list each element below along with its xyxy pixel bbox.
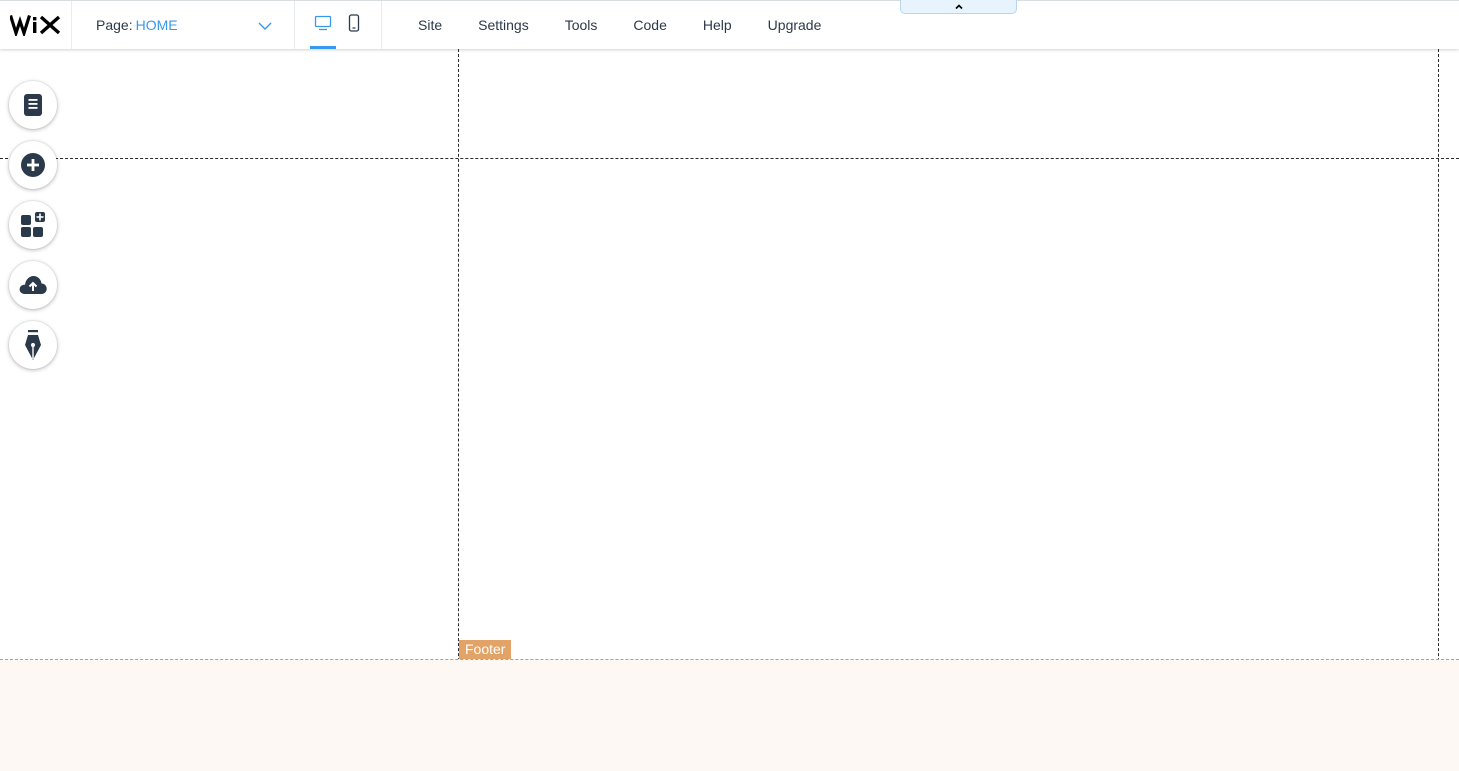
menu-item-site[interactable]: Site <box>400 1 460 49</box>
add-elements-button[interactable] <box>9 141 57 189</box>
device-switcher <box>295 1 382 49</box>
desktop-view-button[interactable] <box>308 1 338 49</box>
menu-item-settings[interactable]: Settings <box>460 1 547 49</box>
page-selector-value: HOME <box>135 17 178 33</box>
page-selector-label: Page: <box>96 17 133 33</box>
footer-tag[interactable]: Footer <box>459 640 512 659</box>
editor-canvas[interactable]: Footer <box>0 49 1459 771</box>
mobile-view-button[interactable] <box>339 1 369 49</box>
wix-logo-icon <box>9 14 60 36</box>
desktop-icon <box>314 15 332 36</box>
pages-menu-button[interactable] <box>9 81 57 129</box>
wix-logo[interactable] <box>0 1 72 49</box>
chevron-up-icon <box>954 0 964 16</box>
menu-item-tools[interactable]: Tools <box>547 1 616 49</box>
menu-item-upgrade[interactable]: Upgrade <box>750 1 840 49</box>
top-menu: Site Settings Tools Code Help Upgrade <box>400 1 839 49</box>
collapse-topbar-button[interactable] <box>900 0 1017 14</box>
menu-item-help[interactable]: Help <box>685 1 750 49</box>
plus-circle-icon <box>20 152 46 178</box>
page-selector[interactable]: Page: HOME <box>72 1 295 49</box>
menu-item-code[interactable]: Code <box>615 1 684 49</box>
pages-icon <box>22 93 44 117</box>
footer-section[interactable] <box>0 659 1459 771</box>
design-button[interactable] <box>9 321 57 369</box>
pen-nib-icon <box>23 329 43 361</box>
add-apps-button[interactable] <box>9 201 57 249</box>
cloud-upload-icon <box>18 274 48 296</box>
upload-media-button[interactable] <box>9 261 57 309</box>
chevron-down-icon <box>258 18 272 36</box>
apps-add-icon <box>20 212 46 238</box>
mobile-icon <box>348 13 360 37</box>
header-boundary-line <box>0 158 1459 159</box>
top-bar: Page: HOME Site Settings Tools Code Help… <box>0 0 1459 49</box>
